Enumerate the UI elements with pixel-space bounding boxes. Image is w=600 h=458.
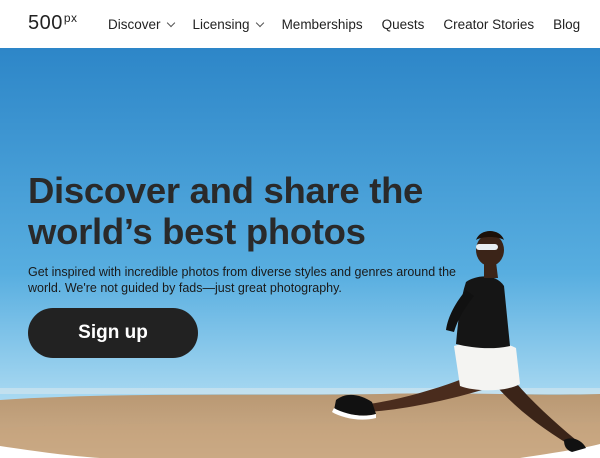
logo-text: 500 [28, 12, 63, 34]
hero-model-figure [332, 231, 586, 452]
nav-item-label: Creator Stories [443, 16, 535, 32]
nav-item-blog[interactable]: Blog [553, 17, 580, 32]
nav-item-label: Discover [108, 16, 161, 32]
nav-item-memberships[interactable]: Memberships [282, 17, 363, 32]
nav-item-label: Memberships [281, 16, 363, 32]
nav-item-label: Licensing [192, 16, 250, 32]
nav-item-licensing[interactable]: Licensing [192, 16, 264, 32]
page: 500px Discover Licensing Memberships Que… [0, 0, 600, 458]
sign-up-button[interactable]: Sign up [28, 308, 198, 358]
logo-superscript: px [63, 11, 78, 25]
site-logo[interactable]: 500px [28, 11, 78, 36]
top-nav: 500px Discover Licensing Memberships Que… [0, 0, 600, 48]
nav-item-label: Blog [553, 16, 581, 32]
nav-item-label: Quests [381, 16, 425, 32]
main-nav: Discover Licensing Memberships Quests Cr… [108, 0, 599, 48]
hero-section: Discover and share the world’s best phot… [0, 48, 600, 458]
chevron-down-icon [255, 18, 264, 27]
nav-item-discover[interactable]: Discover [108, 16, 175, 32]
chevron-down-icon [166, 18, 175, 27]
nav-item-creator-stories[interactable]: Creator Stories [443, 17, 534, 32]
nav-item-quests[interactable]: Quests [382, 17, 425, 32]
